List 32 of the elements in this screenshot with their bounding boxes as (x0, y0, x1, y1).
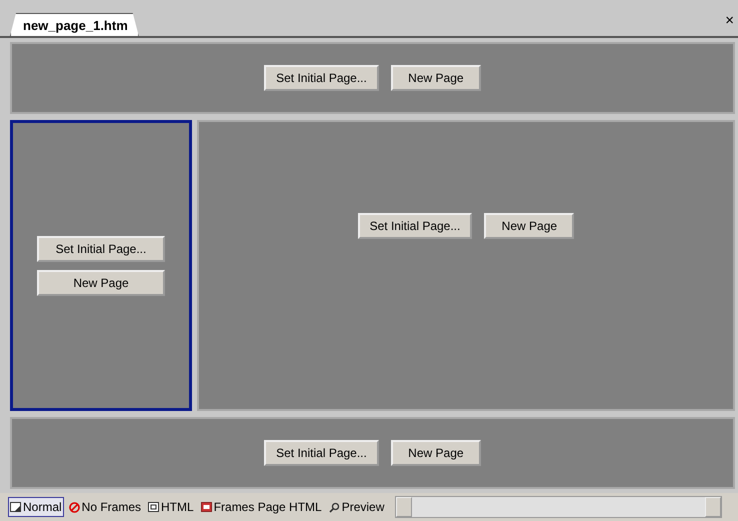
scroll-left-button[interactable] (396, 497, 412, 517)
view-tab[interactable]: No Frames (66, 497, 144, 517)
page-icon (10, 502, 21, 512)
html-icon (148, 502, 160, 512)
frame-panel[interactable]: Set Initial Page... New Page (10, 42, 735, 114)
horizontal-scrollbar[interactable] (395, 496, 722, 518)
view-tab[interactable]: Preview (326, 497, 386, 517)
new-page-button[interactable]: New Page (390, 440, 481, 466)
view-tab-label: HTML (161, 500, 194, 514)
close-button[interactable]: × (725, 12, 734, 29)
view-tab[interactable]: Normal (8, 497, 64, 517)
view-tab[interactable]: Frames Page HTML (198, 497, 324, 517)
new-page-button[interactable]: New Page (390, 65, 481, 91)
set-initial-page-button[interactable]: Set Initial Page... (37, 236, 165, 262)
frame-panel[interactable]: Set Initial Page... New Page (10, 417, 735, 489)
scroll-right-button[interactable] (705, 497, 721, 517)
view-tab[interactable]: HTML (146, 497, 196, 517)
prohibited-icon (68, 502, 80, 512)
frame-panel[interactable]: Set Initial Page... New Page (197, 120, 735, 411)
view-tab-label: Normal (23, 500, 62, 514)
frames-html-icon (200, 502, 212, 512)
view-tab-label: Preview (342, 500, 384, 514)
view-tab-label: No Frames (82, 500, 142, 514)
new-page-button[interactable]: New Page (484, 212, 574, 238)
set-initial-page-button[interactable]: Set Initial Page... (264, 440, 379, 466)
set-initial-page-button[interactable]: Set Initial Page... (264, 65, 379, 91)
new-page-button[interactable]: New Page (37, 270, 165, 296)
frame-panel[interactable]: Set Initial Page... New Page (10, 120, 192, 411)
view-tab-label: Frames Page HTML (214, 500, 322, 514)
set-initial-page-button[interactable]: Set Initial Page... (358, 212, 472, 238)
document-tab[interactable]: new_page_1.htm (10, 13, 139, 36)
magnifier-icon (328, 502, 340, 512)
